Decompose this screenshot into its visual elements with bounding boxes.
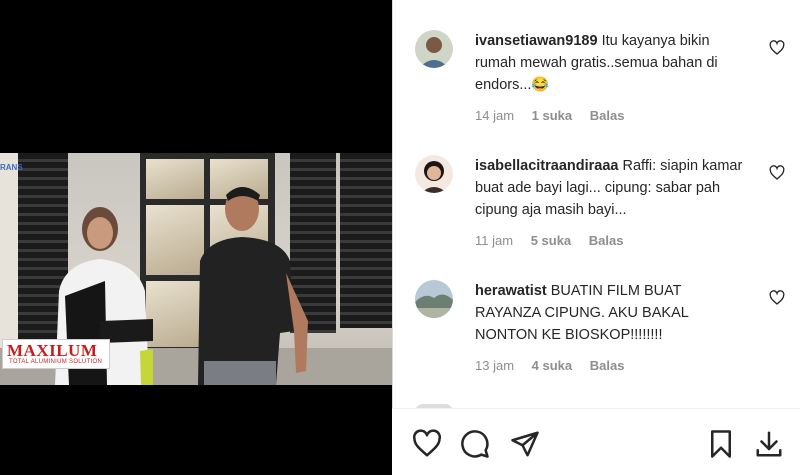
comment-likes[interactable]: 4 suka (532, 358, 572, 373)
bookmark-icon[interactable] (706, 429, 736, 459)
reply-button[interactable]: Balas (590, 108, 625, 123)
comments-list[interactable]: ivansetiawan9189 Itu kayanya bikin rumah… (393, 0, 800, 408)
reply-button[interactable]: Balas (590, 358, 625, 373)
avatar[interactable] (415, 280, 453, 318)
comment-time: 14 jam (475, 108, 515, 123)
sponsor-tagline: TOTAL ALUMINIUM SOLUTION (9, 359, 103, 365)
heart-icon[interactable] (769, 165, 785, 181)
comment-icon[interactable] (460, 429, 490, 459)
avatar[interactable] (415, 155, 453, 193)
action-bar (392, 408, 800, 475)
sponsor-name: MAXILUM (7, 341, 98, 360)
comments-panel: ivansetiawan9189 Itu kayanya bikin rumah… (392, 0, 800, 475)
comment-username[interactable]: isabellacitraandiraaa (475, 158, 618, 174)
heart-icon[interactable] (412, 429, 442, 459)
share-icon[interactable] (510, 429, 540, 459)
comment-meta: 13 jam 4 suka Balas (475, 358, 638, 373)
comment-likes[interactable]: 5 suka (531, 233, 571, 248)
comment-meta: 14 jam 1 suka Balas (475, 108, 638, 123)
heart-icon[interactable] (769, 290, 785, 306)
comment-time: 11 jam (475, 233, 514, 248)
man-figure (198, 187, 308, 385)
channel-logo: RANS (0, 163, 23, 172)
reply-button[interactable]: Balas (589, 233, 624, 248)
comment-likes[interactable]: 1 suka (532, 108, 572, 123)
heart-icon[interactable] (769, 40, 785, 56)
download-icon[interactable] (754, 429, 784, 459)
comment-username[interactable]: ivansetiawan9189 (475, 33, 598, 49)
comment-time: 13 jam (475, 358, 515, 373)
avatar[interactable] (415, 30, 453, 68)
video-frame[interactable]: RANS MAXILUM TOTAL ALUMINIUM SOLUTION (0, 153, 392, 385)
sponsor-badge: MAXILUM TOTAL ALUMINIUM SOLUTION (2, 339, 110, 369)
window-shutter (340, 153, 392, 328)
video-player[interactable]: RANS MAXILUM TOTAL ALUMINIUM SOLUTION (0, 0, 392, 475)
comment-meta: 11 jam 5 suka Balas (475, 233, 638, 248)
comment-username[interactable]: herawatist (475, 283, 547, 299)
